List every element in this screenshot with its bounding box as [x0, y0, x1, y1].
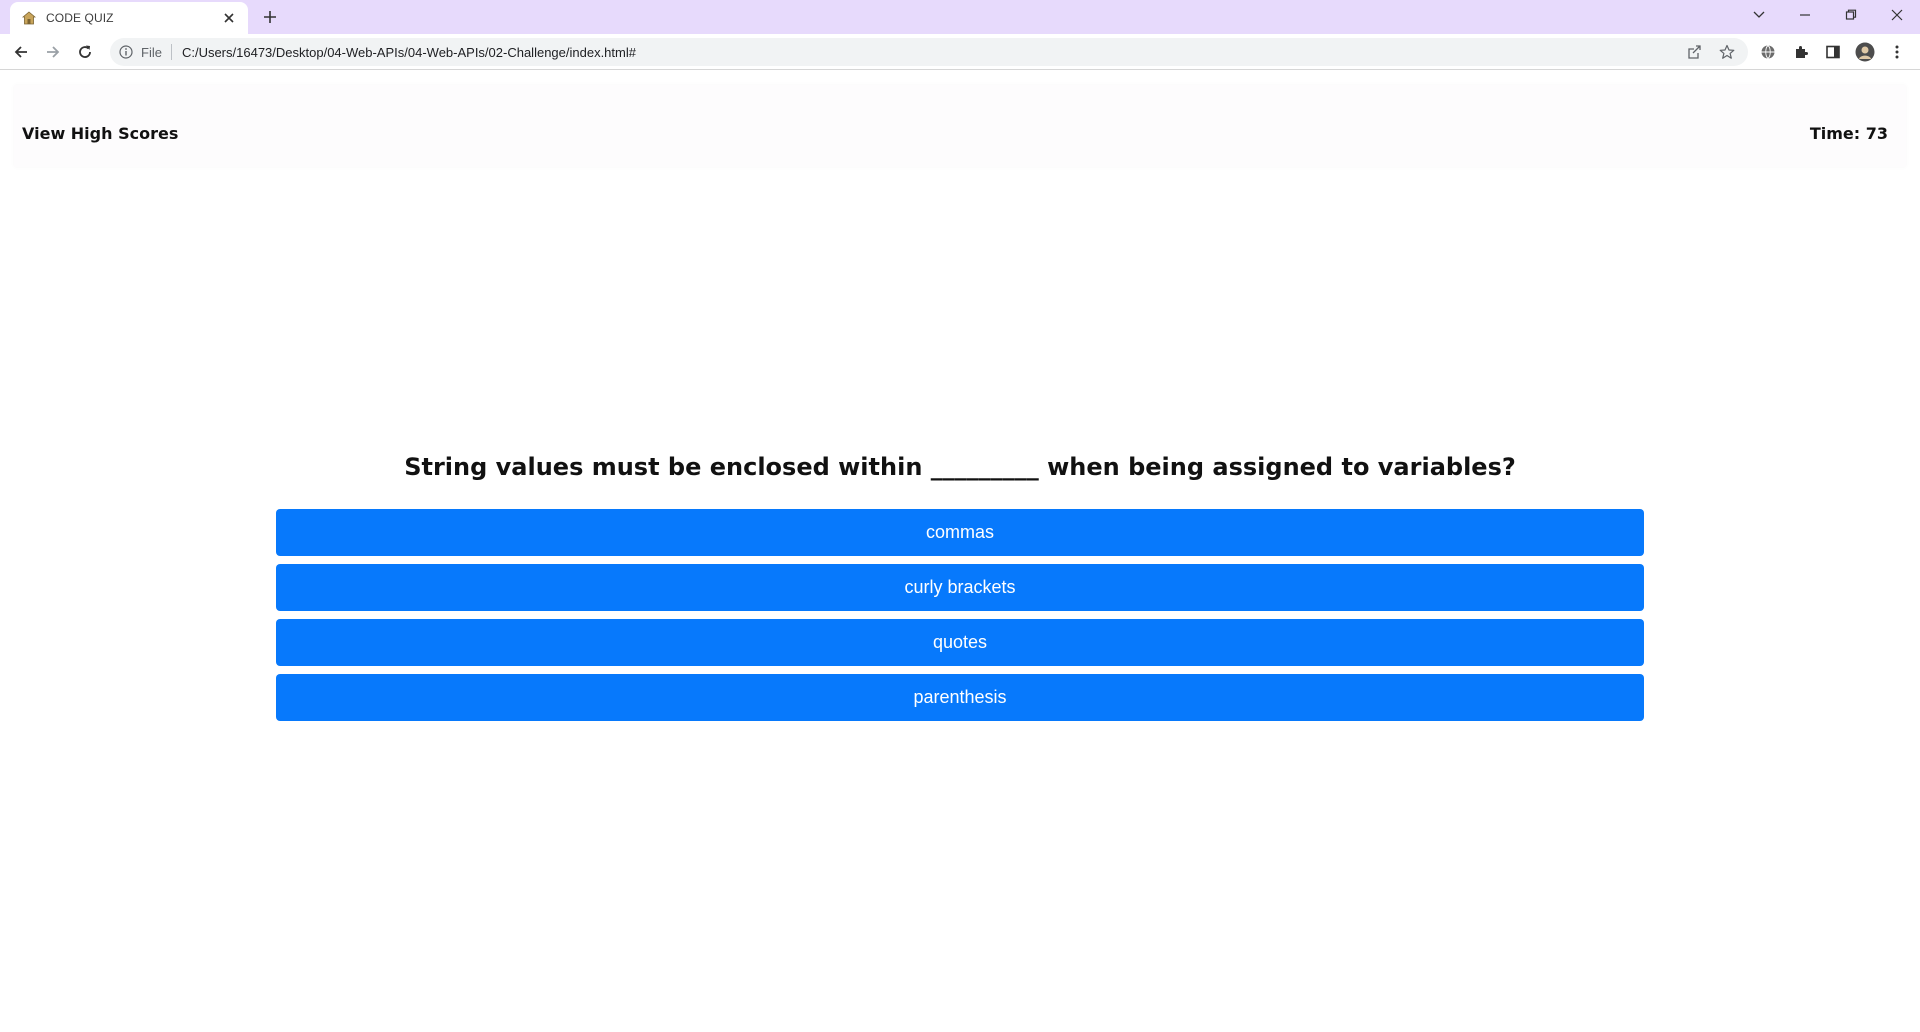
minimize-icon[interactable] [1782, 0, 1828, 30]
restore-icon[interactable] [1828, 0, 1874, 30]
choice-button[interactable]: commas [276, 509, 1644, 556]
house-icon [21, 10, 37, 26]
new-tab-icon[interactable] [260, 7, 280, 27]
view-high-scores-link[interactable]: View High Scores [22, 124, 178, 143]
quiz-header [14, 85, 1906, 167]
url-text[interactable]: C:/Users/16473/Desktop/04-Web-APIs/04-We… [182, 45, 1684, 60]
tab-title: CODE QUIZ [46, 11, 114, 25]
extensions-puzzle-icon[interactable] [1790, 41, 1812, 63]
side-panel-icon[interactable] [1822, 41, 1844, 63]
question-text: String values must be enclosed within __… [404, 453, 1516, 481]
close-window-icon[interactable] [1874, 0, 1920, 30]
choice-button[interactable]: parenthesis [276, 674, 1644, 721]
share-icon[interactable] [1684, 41, 1706, 63]
close-tab-icon[interactable] [220, 9, 238, 27]
extension-globe-icon[interactable] [1757, 41, 1779, 63]
bookmark-star-icon[interactable] [1716, 41, 1738, 63]
browser-tabstrip: CODE QUIZ [0, 0, 1920, 34]
info-icon[interactable] [118, 44, 134, 60]
back-icon[interactable] [9, 40, 33, 64]
answer-choices: commas curly brackets quotes parenthesis [276, 509, 1644, 729]
browser-toolbar: File C:/Users/16473/Desktop/04-Web-APIs/… [0, 34, 1920, 70]
omnibox-divider [170, 44, 172, 60]
browser-tab[interactable]: CODE QUIZ [10, 2, 248, 34]
forward-icon[interactable] [41, 40, 65, 64]
address-bar[interactable]: File C:/Users/16473/Desktop/04-Web-APIs/… [110, 38, 1748, 66]
profile-avatar-icon[interactable] [1854, 41, 1876, 63]
timer-display: Time: 73 [1809, 124, 1888, 143]
choice-button[interactable]: quotes [276, 619, 1644, 666]
page-content: View High Scores Time: 73 String values … [0, 71, 1920, 1032]
tab-search-icon[interactable] [1736, 0, 1782, 30]
more-menu-icon[interactable] [1886, 41, 1908, 63]
reload-icon[interactable] [73, 40, 97, 64]
site-scheme-label: File [141, 44, 162, 60]
choice-button[interactable]: curly brackets [276, 564, 1644, 611]
